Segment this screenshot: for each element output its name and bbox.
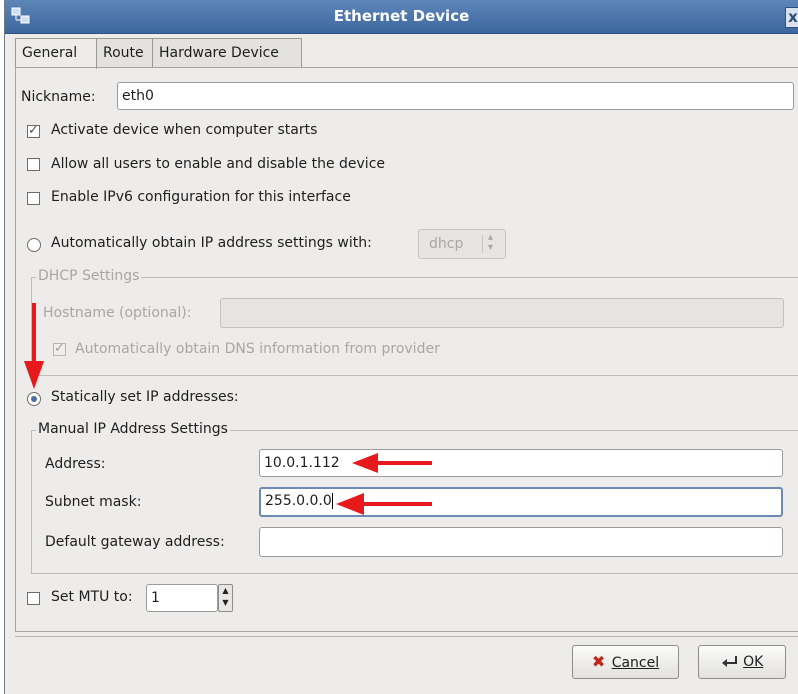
ok-return-icon [721,656,737,667]
nickname-field[interactable]: eth0 [117,82,794,110]
radio-selected-dot [31,396,37,402]
annotation-arrow-subnet-icon [336,493,432,515]
enable-ipv6-label: Enable IPv6 configuration for this inter… [51,189,351,205]
nickname-label: Nickname: [21,89,96,105]
auto-dns-checkbox[interactable]: ✓ [53,341,66,356]
tab-route-label: Route [103,45,144,61]
text-cursor [331,493,333,509]
title-bar[interactable]: Ethernet Device x [5,0,798,34]
manual-ip-title: Manual IP Address Settings [36,421,230,437]
hostname-field[interactable] [220,298,784,328]
checkmark-icon: ✓ [54,341,65,356]
cancel-x-icon: ✖ [591,652,606,671]
static-ip-radio[interactable] [27,392,41,406]
button-separator [15,636,798,637]
tab-hardware-device-label: Hardware Device [159,45,279,61]
activate-on-start-checkbox[interactable]: ✓ [27,123,40,138]
ethernet-device-dialog: Ethernet Device x General Route Hardware… [4,0,798,694]
dhcp-settings-title: DHCP Settings [36,268,142,284]
checkmark-icon: ✓ [28,123,39,138]
annotation-arrow-address-icon [352,453,432,473]
address-field[interactable]: 10.0.1.112 [259,449,783,477]
tab-general[interactable]: General [15,38,97,69]
close-button[interactable]: x [785,7,798,28]
set-mtu-checkbox[interactable] [27,592,40,605]
gateway-field[interactable] [259,527,783,557]
subnet-mask-label: Subnet mask: [45,494,142,510]
hostname-label: Hostname (optional): [43,305,192,321]
cancel-button[interactable]: ✖ Cancel [572,645,679,679]
cancel-button-label: Cancel [611,655,660,671]
ip-method-select[interactable]: dhcp ▴ ▾ [418,229,506,259]
address-label: Address: [45,456,106,472]
ok-button[interactable]: OK [698,645,786,679]
annotation-arrow-down-icon [24,303,44,389]
auto-ip-radio[interactable] [27,238,41,252]
set-mtu-label: Set MTU to: [51,589,133,605]
mtu-spin-button[interactable]: ▲ ▼ [218,584,233,612]
spin-down-icon: ▼ [222,598,229,607]
tab-route[interactable]: Route [96,38,153,67]
auto-dns-label: Automatically obtain DNS information fro… [75,341,440,357]
enable-ipv6-checkbox[interactable] [27,192,40,205]
static-ip-label: Statically set IP addresses: [51,389,239,405]
mtu-field[interactable]: 1 [146,584,218,612]
allow-all-users-checkbox[interactable] [27,158,40,171]
spin-up-icon: ▲ [222,586,229,595]
allow-all-users-label: Allow all users to enable and disable th… [51,156,386,172]
activate-on-start-label: Activate device when computer starts [51,122,318,138]
spin-arrows-icon: ▴ ▾ [488,232,494,253]
auto-ip-label: Automatically obtain IP address settings… [51,235,372,251]
combo-divider [482,235,483,253]
tab-general-label: General [22,45,78,61]
gateway-label: Default gateway address: [45,534,225,550]
subnet-mask-value: 255.0.0.0 [265,493,332,509]
ok-button-label: OK [743,654,764,670]
window-title: Ethernet Device [333,7,470,25]
tab-hardware-device[interactable]: Hardware Device [152,38,302,67]
ip-method-value: dhcp [429,236,464,252]
